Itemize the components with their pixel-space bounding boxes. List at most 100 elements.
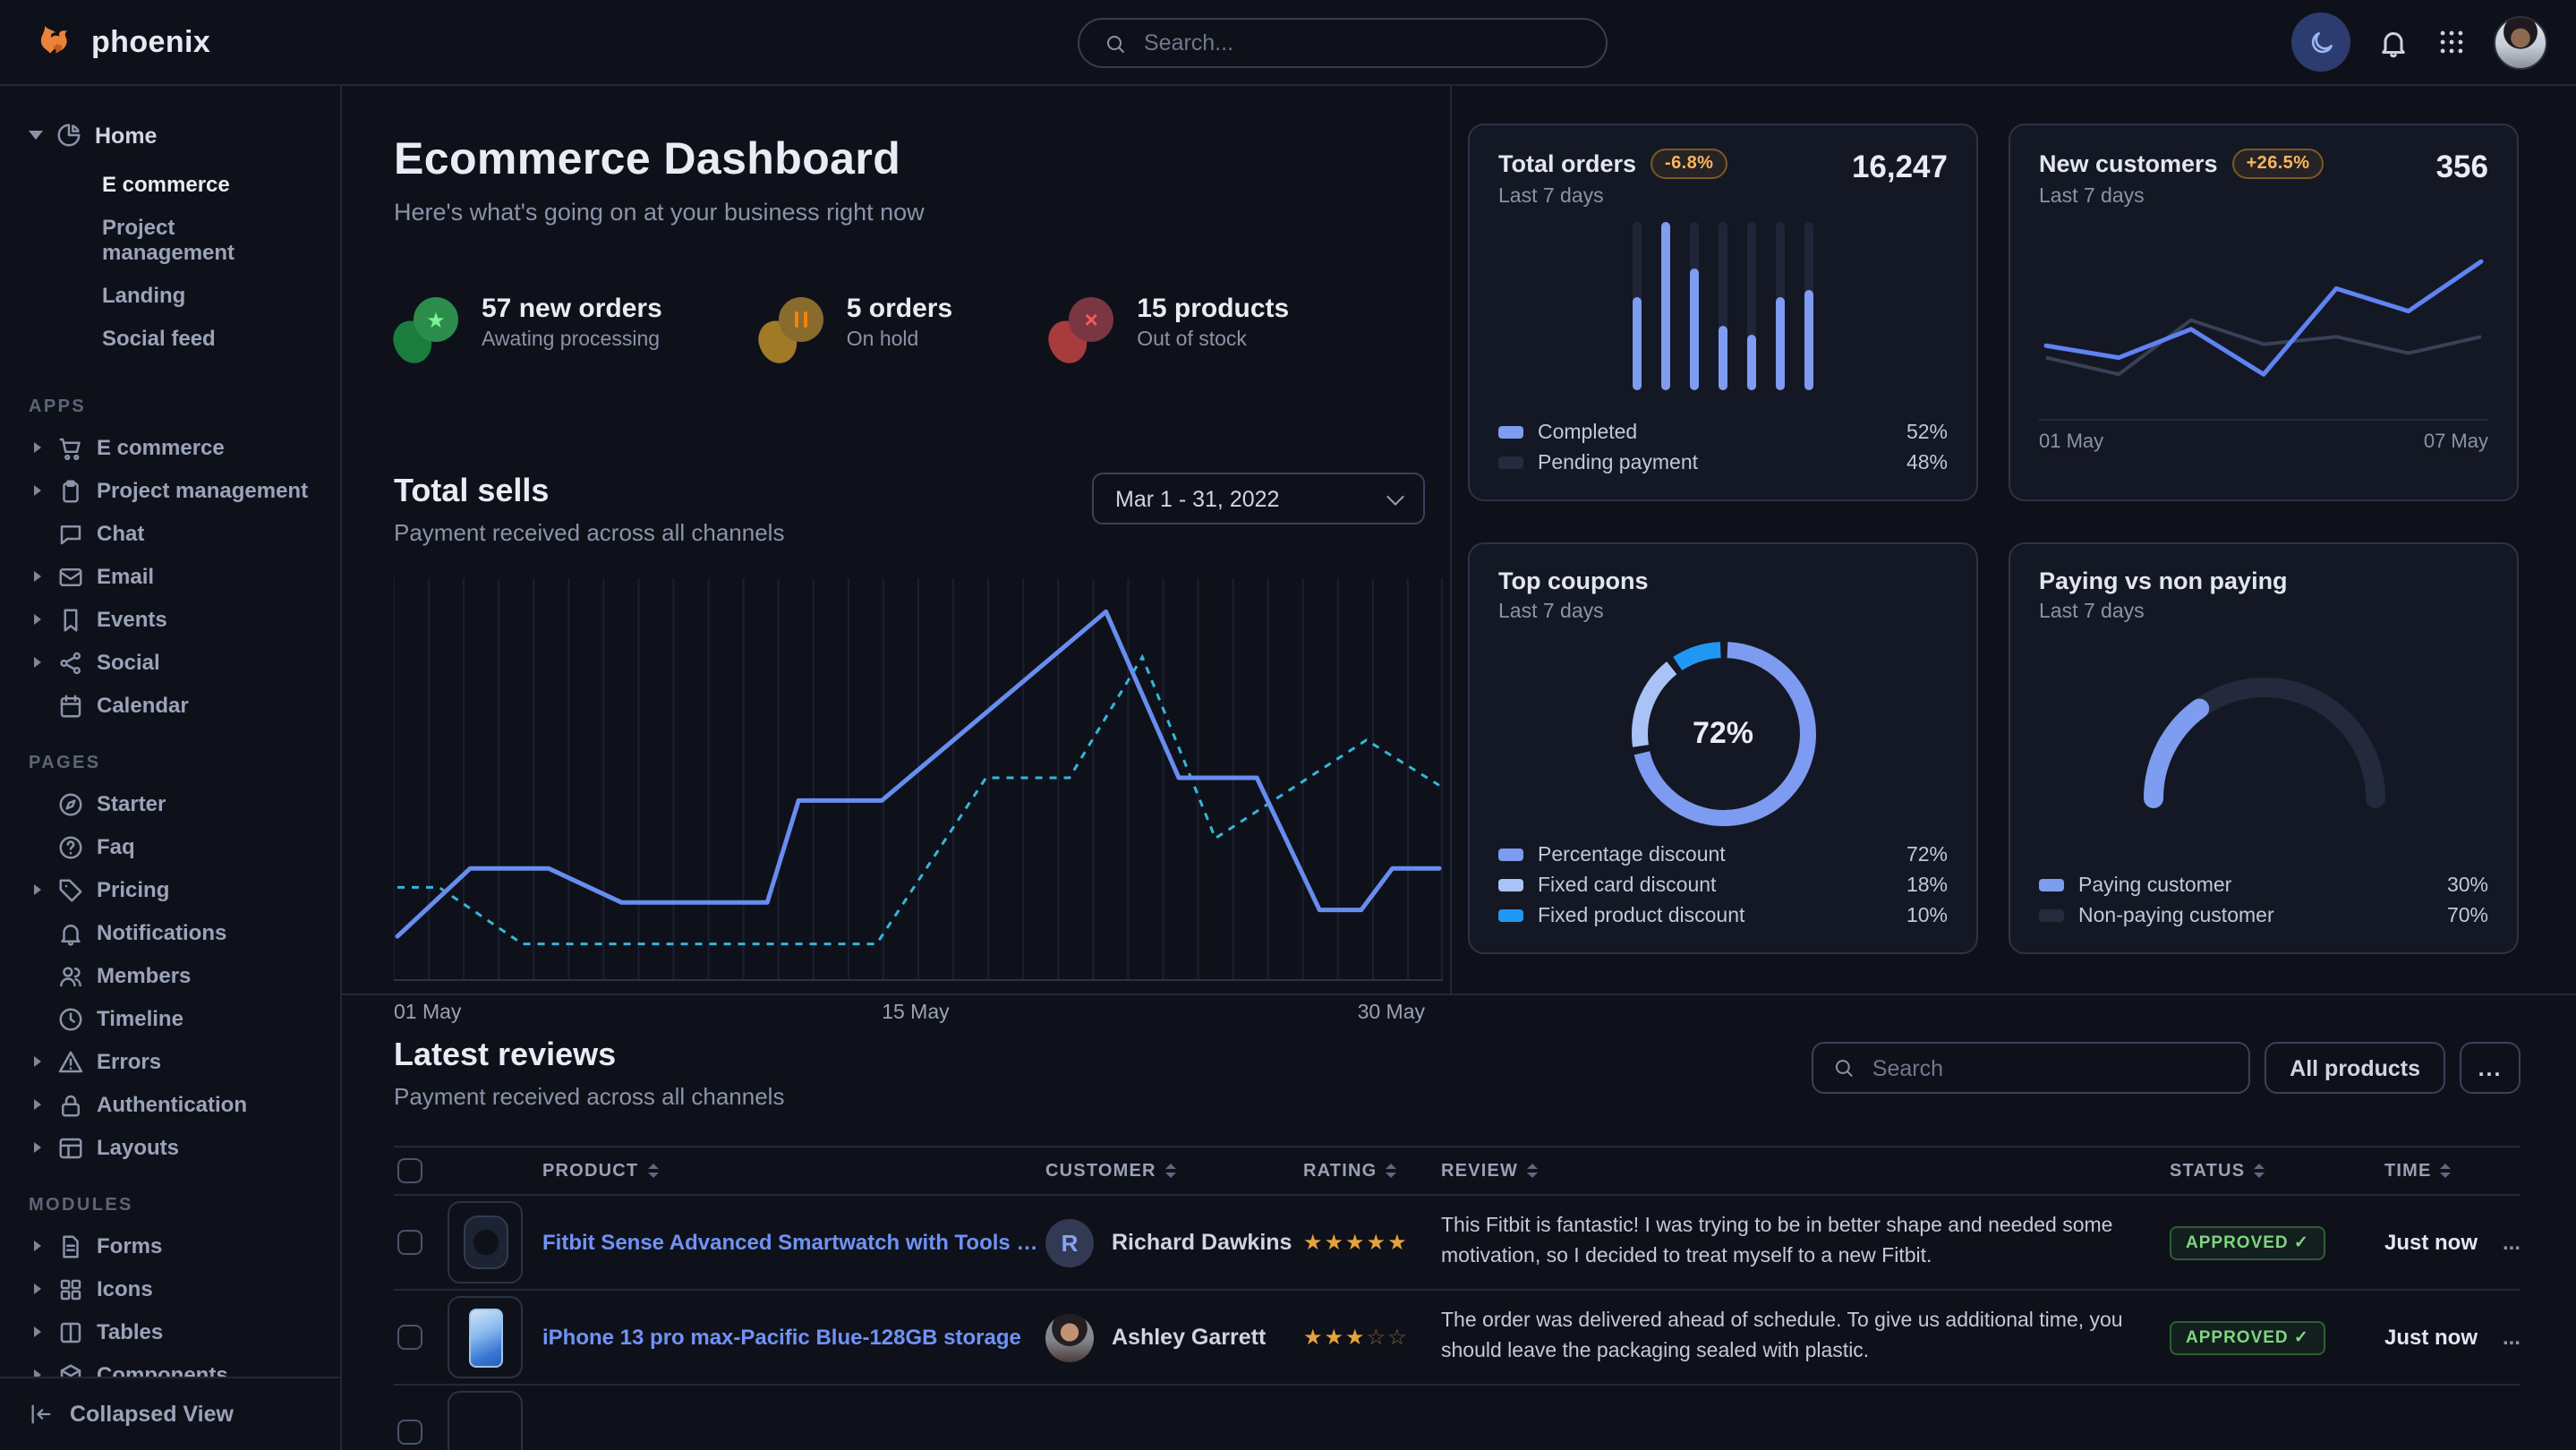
column-header-product[interactable]: PRODUCT xyxy=(542,1161,658,1181)
sidebar-item-starter[interactable]: Starter xyxy=(0,782,340,825)
file-icon xyxy=(57,1232,84,1259)
legend-swatch xyxy=(1498,456,1523,469)
column-header-customer[interactable]: CUSTOMER xyxy=(1045,1161,1176,1181)
top-coupons-card: Top coupons Last 7 days 72% Percentage d… xyxy=(1468,542,1978,954)
trend-badge: -6.8% xyxy=(1651,149,1727,179)
caret-right-icon xyxy=(33,1099,40,1110)
all-products-filter-button[interactable]: All products xyxy=(2265,1042,2445,1094)
row-menu-button[interactable]: ... xyxy=(2474,1230,2521,1255)
column-header-review[interactable]: REVIEW xyxy=(1441,1161,1538,1181)
latest-reviews-title: Latest reviews xyxy=(394,1036,784,1074)
column-header-rating[interactable]: RATING xyxy=(1303,1161,1396,1181)
row-checkbox[interactable] xyxy=(397,1325,422,1350)
card-title: Top coupons xyxy=(1498,567,1649,594)
latest-reviews-subtitle: Payment received across all channels xyxy=(394,1083,784,1110)
legend-swatch xyxy=(2039,909,2064,922)
orders-bar-chart xyxy=(1498,222,1948,390)
help-icon xyxy=(57,833,84,860)
user-avatar[interactable] xyxy=(2494,15,2547,69)
collapsed-view-toggle[interactable]: Collapsed View xyxy=(0,1377,340,1450)
brand-logo[interactable]: phoenix xyxy=(34,22,210,62)
sidebar-item-members[interactable]: Members xyxy=(0,954,340,997)
sidebar-item-components[interactable]: Components xyxy=(0,1353,340,1377)
chevron-down-icon xyxy=(1386,487,1404,505)
bell-icon xyxy=(57,919,84,946)
sidebar-item-events[interactable]: Events xyxy=(0,598,340,641)
sidebar-item-authentication[interactable]: Authentication xyxy=(0,1083,340,1126)
sidebar-item-pricing[interactable]: Pricing xyxy=(0,868,340,911)
mail-icon xyxy=(57,563,84,590)
chat-icon xyxy=(57,520,84,547)
product-thumbnail[interactable] xyxy=(448,1391,523,1450)
product-link[interactable]: iPhone 13 pro max-Pacific Blue-128GB sto… xyxy=(542,1325,1021,1350)
row-checkbox[interactable] xyxy=(397,1420,422,1445)
users-icon xyxy=(57,962,84,989)
sidebar-subitem-ecommerce[interactable]: E commerce xyxy=(0,163,340,206)
sidebar-item-chat[interactable]: Chat xyxy=(0,512,340,555)
caret-right-icon xyxy=(33,1241,40,1251)
column-header-status[interactable]: STATUS xyxy=(2170,1161,2265,1181)
notifications-button[interactable] xyxy=(2377,26,2410,58)
sidebar-item-faq[interactable]: Faq xyxy=(0,825,340,868)
sidebar-item-notifications[interactable]: Notifications xyxy=(0,911,340,954)
row-checkbox[interactable] xyxy=(397,1230,422,1255)
sidebar-subitem-landing[interactable]: Landing xyxy=(0,274,340,317)
review-time: Just now xyxy=(2384,1325,2478,1350)
sidebar-item-e-commerce[interactable]: E commerce xyxy=(0,426,340,469)
search-icon xyxy=(1105,31,1126,55)
paying-vs-nonpaying-card: Paying vs non paying Last 7 days Paying … xyxy=(2009,542,2519,954)
caret-right-icon xyxy=(33,614,40,625)
sidebar-item-tables[interactable]: Tables xyxy=(0,1310,340,1353)
compass-icon xyxy=(57,790,84,817)
status-badge: APPROVED ✓ xyxy=(2170,1320,2325,1354)
bell-icon xyxy=(2377,26,2410,58)
global-search[interactable] xyxy=(1078,18,1608,68)
sidebar-item-layouts[interactable]: Layouts xyxy=(0,1126,340,1169)
apps-menu-button[interactable] xyxy=(2436,27,2467,57)
sidebar-item-icons[interactable]: Icons xyxy=(0,1267,340,1310)
sidebar-item-forms[interactable]: Forms xyxy=(0,1224,340,1267)
customer-avatar xyxy=(1045,1313,1094,1361)
row-menu-button[interactable]: ... xyxy=(2474,1325,2521,1350)
sidebar-group-home[interactable]: Home xyxy=(0,111,340,159)
sidebar-item-errors[interactable]: Errors xyxy=(0,1040,340,1083)
moon-icon xyxy=(2307,28,2335,56)
new-customers-card: New customers +26.5% Last 7 days 356 xyxy=(2009,124,2519,501)
sidebar-item-calendar[interactable]: Calendar xyxy=(0,684,340,727)
star-icon: ★ xyxy=(414,297,458,342)
sidebar: Home E commerce Project management Landi… xyxy=(0,86,342,1450)
sidebar-item-email[interactable]: Email xyxy=(0,555,340,598)
search-icon xyxy=(1833,1056,1855,1079)
theme-toggle-button[interactable] xyxy=(2291,13,2350,72)
sidebar-section-label: PAGES xyxy=(0,727,340,782)
table-row xyxy=(394,1386,2521,1450)
cart-icon xyxy=(57,434,84,461)
layout-icon xyxy=(57,1134,84,1161)
product-thumbnail[interactable] xyxy=(448,1201,523,1284)
more-options-button[interactable]: ... xyxy=(2460,1042,2521,1094)
sidebar-subitem-project-management[interactable]: Project management xyxy=(0,206,340,274)
product-thumbnail[interactable] xyxy=(448,1296,523,1378)
card-title: Paying vs non paying xyxy=(2039,567,2288,594)
sidebar-subitem-social-feed[interactable]: Social feed xyxy=(0,317,340,360)
column-header-time[interactable]: TIME xyxy=(2384,1161,2452,1181)
box-icon xyxy=(57,1361,84,1377)
reviews-table: PRODUCT CUSTOMER RATING REVIEW STATUS TI… xyxy=(394,1146,2521,1450)
date-range-select[interactable]: Mar 1 - 31, 2022 xyxy=(1092,473,1425,525)
collapse-icon xyxy=(29,1402,54,1427)
reviews-search-input[interactable] xyxy=(1869,1053,2229,1082)
tag-icon xyxy=(57,876,84,903)
product-link[interactable]: Fitbit Sense Advanced Smartwatch with To… xyxy=(542,1230,1038,1255)
sidebar-section-label: APPS xyxy=(0,371,340,426)
sidebar-item-project-management[interactable]: Project management xyxy=(0,469,340,512)
total-sells-subtitle: Payment received across all channels xyxy=(394,519,784,546)
sidebar-item-timeline[interactable]: Timeline xyxy=(0,997,340,1040)
global-search-input[interactable] xyxy=(1140,29,1581,57)
sidebar-item-social[interactable]: Social xyxy=(0,641,340,684)
grid-dots-icon xyxy=(2436,27,2467,57)
select-all-checkbox[interactable] xyxy=(397,1158,422,1183)
sort-icon xyxy=(1165,1164,1176,1178)
reviews-search[interactable] xyxy=(1812,1042,2250,1094)
card-title: New customers xyxy=(2039,150,2218,177)
customer-name: Richard Dawkins xyxy=(1112,1230,1292,1255)
